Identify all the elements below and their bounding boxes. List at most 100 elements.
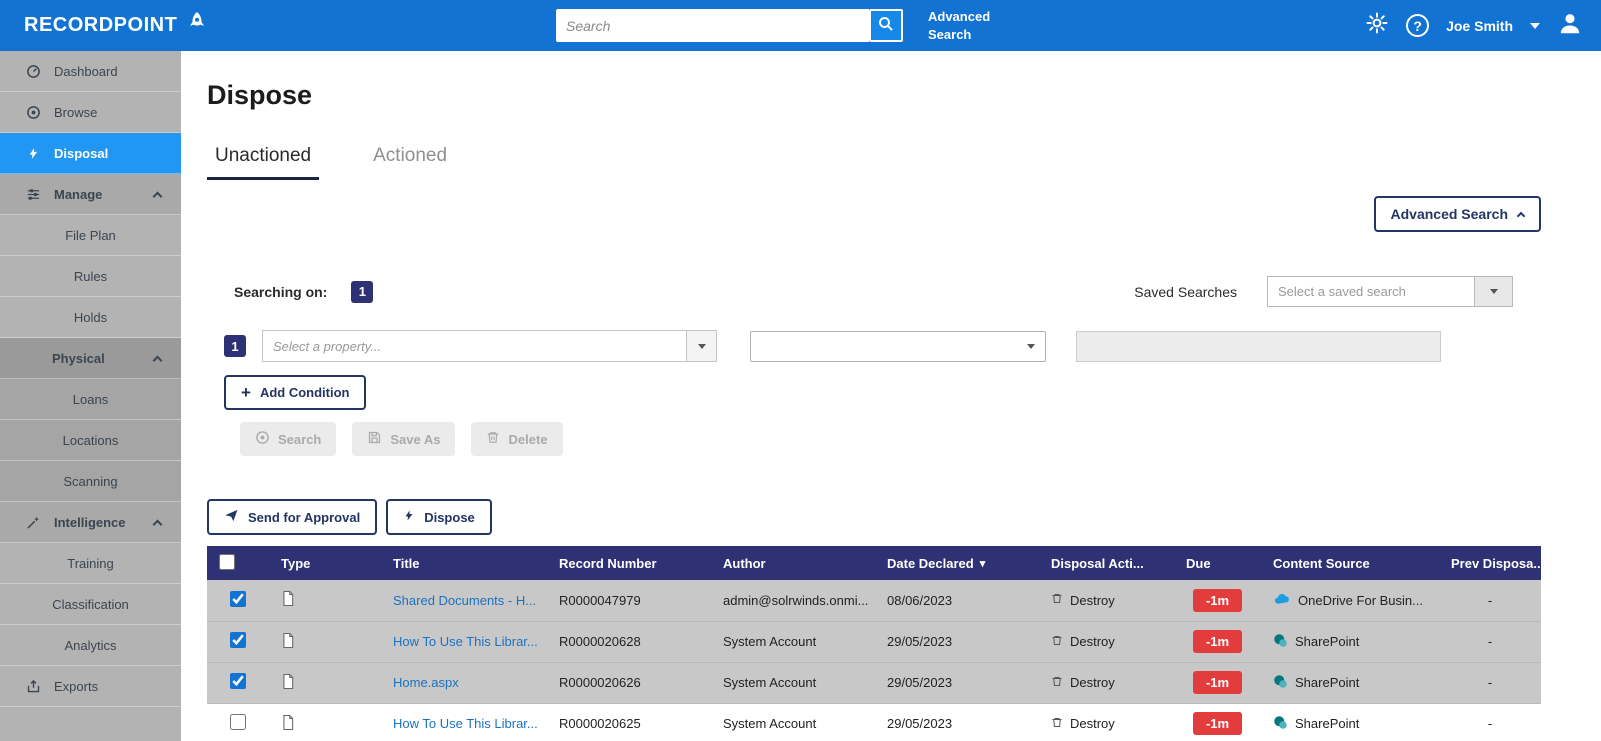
property-select-input[interactable] xyxy=(262,330,687,362)
column-header-due[interactable]: Due xyxy=(1174,546,1261,580)
global-search-input[interactable] xyxy=(556,9,869,42)
sidebar-section-manage[interactable]: Manage xyxy=(0,174,181,215)
table-row[interactable]: How To Use This Librar... R0000020628 Sy… xyxy=(207,621,1541,662)
sidebar-item-label: Holds xyxy=(74,310,107,325)
table-row[interactable]: Shared Documents - H... R0000047979 admi… xyxy=(207,580,1541,621)
sidebar-item-dashboard[interactable]: Dashboard xyxy=(0,51,181,92)
records-table: Type Title Record Number Author Date Dec… xyxy=(207,546,1541,741)
user-menu-chevron-icon[interactable] xyxy=(1530,23,1540,29)
sidebar-item-training[interactable]: Training xyxy=(0,543,181,584)
record-title-link[interactable]: Shared Documents - H... xyxy=(393,593,536,608)
prev-disposal-cell: - xyxy=(1439,662,1541,703)
global-search-button[interactable] xyxy=(869,9,903,42)
column-header-content-source[interactable]: Content Source xyxy=(1261,546,1439,580)
page-title: Dispose xyxy=(207,80,1541,111)
save-floppy-icon xyxy=(367,430,382,448)
intelligence-wand-icon xyxy=(25,515,42,530)
sidebar-item-scanning[interactable]: Scanning xyxy=(0,461,181,502)
trash-icon xyxy=(1051,716,1063,732)
sidebar-section-physical[interactable]: Physical xyxy=(0,338,181,379)
topbar-right: ? Joe Smith xyxy=(1365,0,1583,51)
paper-plane-icon xyxy=(224,508,239,526)
column-header-record-number[interactable]: Record Number xyxy=(547,546,711,580)
sidebar-item-classification[interactable]: Classification xyxy=(0,584,181,625)
tab-actioned[interactable]: Actioned xyxy=(365,145,455,180)
column-header-author[interactable]: Author xyxy=(711,546,875,580)
chevron-up-icon xyxy=(153,191,163,201)
send-for-approval-label: Send for Approval xyxy=(248,510,360,525)
document-icon xyxy=(281,678,295,693)
due-badge: -1m xyxy=(1193,712,1242,735)
exports-icon xyxy=(25,679,42,694)
chevron-down-icon xyxy=(698,344,706,349)
table-row[interactable]: How To Use This Librar... R0000020625 Sy… xyxy=(207,703,1541,741)
advanced-search-panel: Searching on: 1 Saved Searches Select a … xyxy=(207,276,1541,456)
row-checkbox[interactable] xyxy=(230,714,246,730)
content-source-cell: SharePoint xyxy=(1295,675,1359,690)
record-title-link[interactable]: How To Use This Librar... xyxy=(393,634,538,649)
row-checkbox[interactable] xyxy=(230,591,246,607)
bulk-action-row: Send for Approval Dispose xyxy=(207,499,1541,535)
sidebar-item-label: Browse xyxy=(54,105,161,120)
delete-button[interactable]: Delete xyxy=(471,422,562,456)
logo-mascot-icon xyxy=(184,10,210,41)
help-icon[interactable]: ? xyxy=(1406,14,1429,37)
sidebar-item-analytics[interactable]: Analytics xyxy=(0,625,181,666)
table-row[interactable]: Home.aspx R0000020626 System Account 29/… xyxy=(207,662,1541,703)
search-button-label: Search xyxy=(278,432,321,447)
column-header-title[interactable]: Title xyxy=(381,546,547,580)
chevron-up-icon xyxy=(153,519,163,529)
row-checkbox[interactable] xyxy=(230,673,246,689)
sidebar-item-label: Scanning xyxy=(63,474,117,489)
sidebar-item-file-plan[interactable]: File Plan xyxy=(0,215,181,256)
tab-unactioned[interactable]: Unactioned xyxy=(207,145,319,180)
column-header-disposal-action[interactable]: Disposal Acti... xyxy=(1039,546,1174,580)
sidebar-section-intelligence[interactable]: Intelligence xyxy=(0,502,181,543)
save-as-button[interactable]: Save As xyxy=(352,422,455,456)
sidebar-item-locations[interactable]: Locations xyxy=(0,420,181,461)
advanced-search-toggle-button[interactable]: Advanced Search xyxy=(1374,196,1542,232)
operator-select[interactable] xyxy=(750,331,1046,362)
sidebar-item-exports[interactable]: Exports xyxy=(0,666,181,707)
column-header-date-declared[interactable]: Date Declared▾ xyxy=(875,546,1039,580)
saved-search-select[interactable]: Select a saved search xyxy=(1267,276,1475,307)
column-header-type[interactable]: Type xyxy=(269,546,381,580)
saved-searches-label: Saved Searches xyxy=(1134,284,1237,300)
search-button[interactable]: Search xyxy=(240,422,336,456)
brand-logo[interactable]: RECORDPOINT xyxy=(24,0,210,51)
record-title-link[interactable]: How To Use This Librar... xyxy=(393,716,538,731)
sidebar-item-loans[interactable]: Loans xyxy=(0,379,181,420)
sidebar-item-holds[interactable]: Holds xyxy=(0,297,181,338)
date-declared-cell: 29/05/2023 xyxy=(875,621,1039,662)
record-number-cell: R0000020626 xyxy=(547,662,711,703)
condition-value-input[interactable] xyxy=(1076,331,1441,362)
sidebar-item-rules[interactable]: Rules xyxy=(0,256,181,297)
sidebar-item-disposal[interactable]: Disposal xyxy=(0,133,181,174)
add-condition-button[interactable]: + Add Condition xyxy=(224,375,366,410)
send-for-approval-button[interactable]: Send for Approval xyxy=(207,499,377,535)
sidebar-item-label: Rules xyxy=(74,269,107,284)
record-title-link[interactable]: Home.aspx xyxy=(393,675,459,690)
settings-gear-icon[interactable] xyxy=(1365,11,1389,40)
sidebar-section-label: Manage xyxy=(54,187,142,202)
column-header-prev-disposal[interactable]: Prev Disposa... xyxy=(1439,546,1541,580)
onedrive-icon xyxy=(1273,592,1291,608)
browse-icon xyxy=(25,105,42,120)
tab-bar: Unactioned Actioned xyxy=(207,145,1541,180)
save-as-button-label: Save As xyxy=(390,432,440,447)
plus-icon: + xyxy=(241,384,251,401)
top-bar: RECORDPOINT Advanced Search ? Joe Smith xyxy=(0,0,1601,51)
disposal-action-cell: Destroy xyxy=(1070,675,1115,690)
sidebar-item-browse[interactable]: Browse xyxy=(0,92,181,133)
advanced-search-link[interactable]: Advanced Search xyxy=(928,8,1000,44)
content-source-cell: SharePoint xyxy=(1295,716,1359,731)
sidebar-item-label: Locations xyxy=(63,433,119,448)
saved-search-dropdown-button[interactable] xyxy=(1475,276,1513,307)
user-avatar-icon[interactable] xyxy=(1557,10,1583,41)
searching-on-count-badge: 1 xyxy=(351,281,373,303)
dispose-button[interactable]: Dispose xyxy=(386,499,492,535)
select-all-checkbox[interactable] xyxy=(219,554,235,570)
user-name[interactable]: Joe Smith xyxy=(1446,18,1513,34)
row-checkbox[interactable] xyxy=(230,632,246,648)
property-dropdown-button[interactable] xyxy=(687,330,717,362)
